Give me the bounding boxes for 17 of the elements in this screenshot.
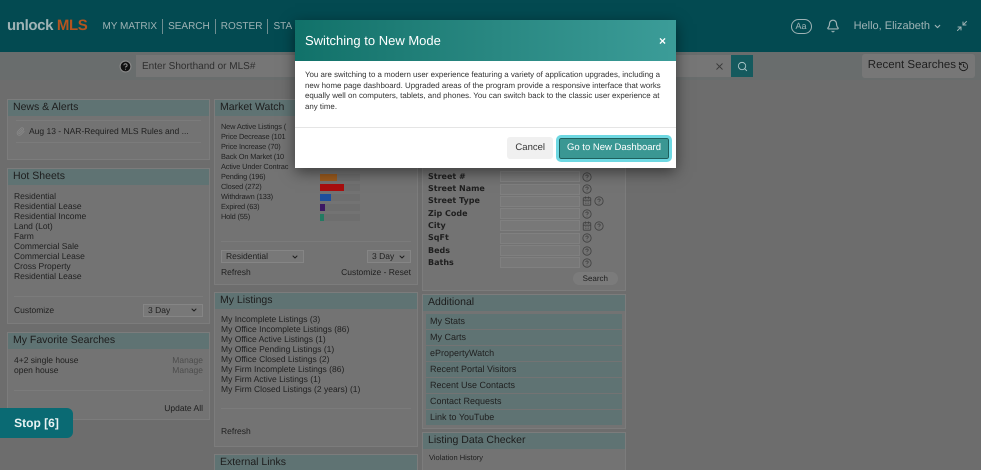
panel-header: Additional <box>423 295 625 311</box>
field-label: Beds <box>428 244 452 257</box>
panel-header: News & Alerts <box>8 100 209 116</box>
field-label: Street Type <box>428 195 481 208</box>
field-label: Zip Code <box>428 208 469 220</box>
field-label: Baths <box>428 256 455 269</box>
logo: unlock MLS <box>7 16 88 36</box>
field-label: Street # <box>428 170 467 183</box>
panel-header: My Favorite Searches <box>8 332 209 349</box>
panel-header: My Listings <box>215 292 417 309</box>
panel-header: Listing Data Checker <box>423 433 625 449</box>
field-label: City <box>428 220 447 232</box>
panel-header: Hot Sheets <box>8 168 209 185</box>
field-label: Street Name <box>428 183 486 196</box>
dialog-title: Switching to New Mode <box>305 32 441 50</box>
field-label: SqFt <box>428 232 450 244</box>
panel-header: External Links <box>215 454 417 470</box>
